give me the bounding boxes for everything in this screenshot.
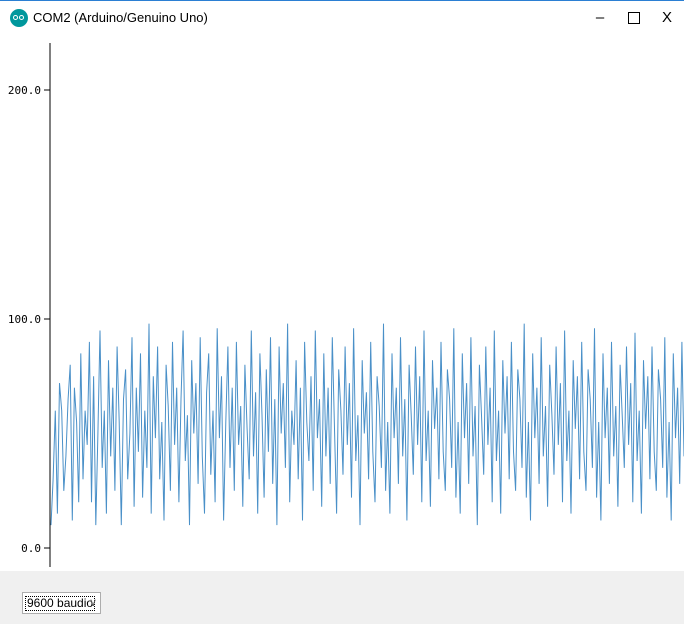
y-tick-label: 200.0: [8, 84, 41, 97]
minimize-button[interactable]: –: [585, 7, 615, 29]
chevron-down-icon: ∨: [88, 597, 97, 609]
footer-bar: 9600 baudio ∨: [0, 571, 684, 624]
baud-rate-value: 9600 baudio: [25, 596, 96, 611]
y-tick-label: 100.0: [8, 313, 41, 326]
series-line: [50, 323, 684, 526]
plot-chart: 200.0 100.0 0.0: [8, 43, 684, 567]
close-button[interactable]: X: [652, 7, 682, 29]
baud-rate-select[interactable]: 9600 baudio ∨: [22, 592, 101, 614]
window-title: COM2 (Arduino/Genuino Uno): [33, 10, 208, 25]
y-tick-label: 0.0: [21, 542, 41, 555]
maximize-icon: [628, 12, 640, 24]
plot-area: 200.0 100.0 0.0: [0, 35, 684, 571]
arduino-icon: [10, 9, 28, 27]
title-bar[interactable]: COM2 (Arduino/Genuino Uno) – X: [0, 1, 684, 35]
maximize-button[interactable]: [619, 7, 649, 29]
serial-plotter-window: COM2 (Arduino/Genuino Uno) – X 200.0 100.…: [0, 0, 684, 624]
